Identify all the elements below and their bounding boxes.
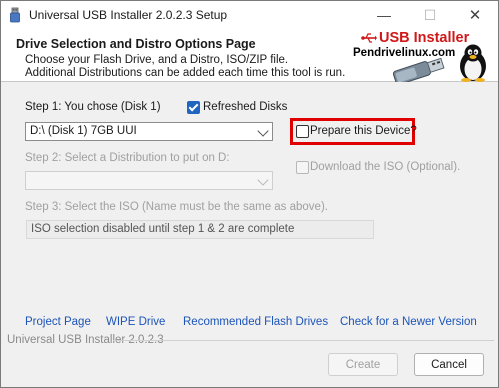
minimize-button[interactable]: —	[361, 1, 407, 29]
step1-label: Step 1: You chose (Disk 1)	[25, 101, 161, 113]
pendrivelinux-logo: USB Installer Pendrivelinux.com	[349, 30, 497, 82]
drive-select-value: D:\ (Disk 1) 7GB UUI	[30, 125, 137, 137]
download-iso-label[interactable]: Download the ISO (Optional).	[310, 161, 460, 173]
create-button[interactable]: Create	[328, 353, 398, 376]
check-newer-version-link[interactable]: Check for a Newer Version	[340, 316, 477, 328]
page-header: Drive Selection and Distro Options Page …	[1, 29, 498, 82]
usb-symbol-icon	[361, 33, 377, 43]
refreshed-disks-checkbox[interactable]	[187, 101, 200, 114]
refreshed-disks-label[interactable]: Refreshed Disks	[203, 101, 287, 113]
window-title: Universal USB Installer 2.0.2.3 Setup	[29, 8, 228, 22]
prepare-device-checkbox[interactable]	[296, 125, 309, 138]
subtitle-line-2: Additional Distributions can be added ea…	[25, 67, 346, 79]
drive-select[interactable]: D:\ (Disk 1) 7GB UUI	[25, 122, 273, 141]
project-page-link[interactable]: Project Page	[25, 316, 91, 328]
setup-window: Universal USB Installer 2.0.2.3 Setup — …	[0, 0, 499, 388]
maximize-button[interactable]: ☐	[407, 1, 453, 29]
subtitle-line-1: Choose your Flash Drive, and a Distro, I…	[25, 54, 289, 66]
tux-penguin-icon	[460, 44, 486, 82]
step3-label: Step 3: Select the ISO (Name must be the…	[25, 201, 328, 213]
iso-selection-field[interactable]: ISO selection disabled until step 1 & 2 …	[26, 220, 374, 239]
footer-divider	[113, 340, 494, 341]
page-title: Drive Selection and Distro Options Page	[16, 37, 256, 51]
flash-drive-icon	[392, 57, 445, 82]
distro-select[interactable]	[25, 171, 273, 190]
close-button[interactable]: ✕	[452, 1, 498, 29]
chevron-down-icon	[257, 174, 269, 186]
title-bar[interactable]: Universal USB Installer 2.0.2.3 Setup — …	[1, 1, 498, 29]
cancel-button[interactable]: Cancel	[414, 353, 484, 376]
wipe-drive-link[interactable]: WIPE Drive	[106, 316, 165, 328]
step2-label: Step 2: Select a Distribution to put on …	[25, 152, 230, 164]
prepare-device-label[interactable]: Prepare this Device?	[310, 125, 417, 137]
download-iso-checkbox[interactable]	[296, 161, 309, 174]
chevron-down-icon	[257, 125, 269, 137]
iso-selection-text: ISO selection disabled until step 1 & 2 …	[31, 223, 295, 235]
usb-app-icon	[10, 7, 20, 23]
recommended-flash-drives-link[interactable]: Recommended Flash Drives	[183, 316, 328, 328]
page-subtitle: Choose your Flash Drive, and a Distro, I…	[25, 54, 345, 80]
